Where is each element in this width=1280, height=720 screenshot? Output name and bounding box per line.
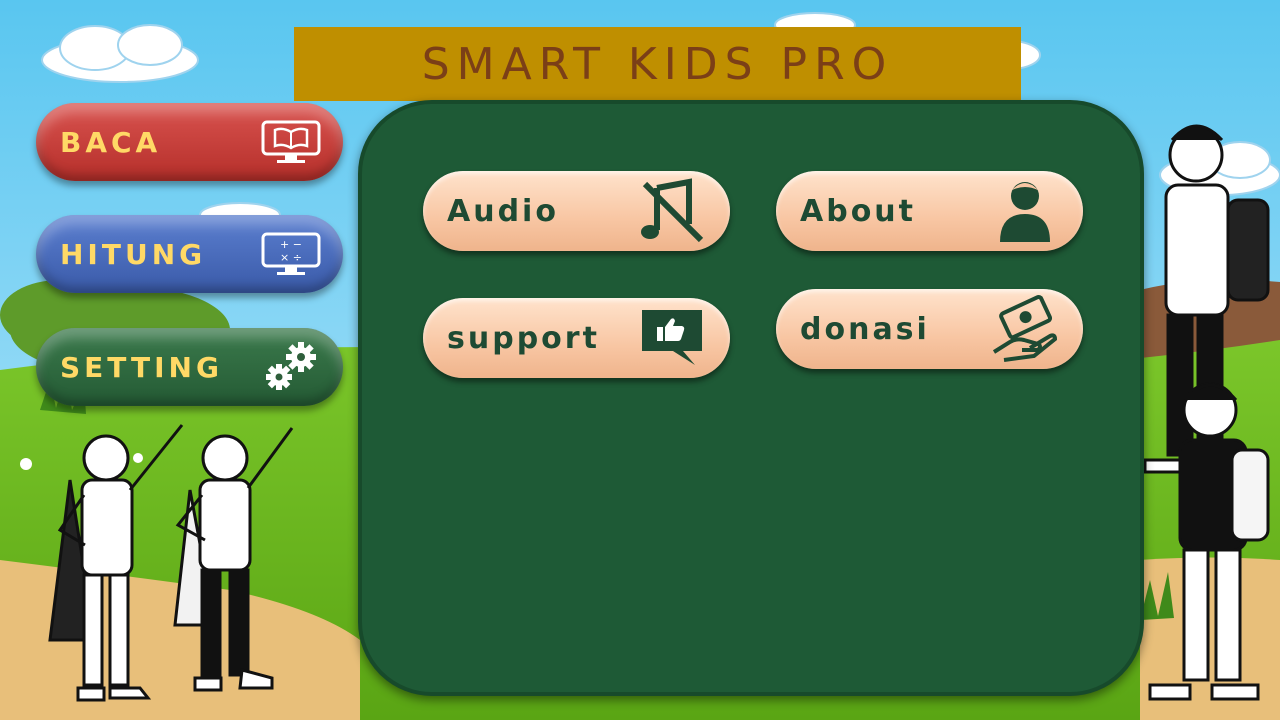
svg-text:× ÷: × ÷ — [280, 251, 302, 264]
music-off-icon — [636, 176, 708, 246]
nav-setting-button[interactable]: SETTING — [36, 328, 343, 406]
about-button[interactable]: About — [776, 171, 1083, 251]
audio-button[interactable]: Audio — [423, 171, 730, 251]
money-hand-icon — [989, 294, 1061, 364]
nav-hitung-label: HITUNG — [60, 237, 207, 271]
calculator-monitor-icon: + − × ÷ — [259, 230, 323, 278]
nav-hitung-button[interactable]: HITUNG + − × ÷ — [36, 215, 343, 293]
thumbs-up-chat-icon — [636, 303, 708, 373]
app-title: SMART KIDS PRO — [421, 38, 894, 90]
svg-text:+ −: + − — [280, 238, 302, 251]
nav-baca-label: BACA — [60, 125, 162, 159]
support-button[interactable]: support — [423, 298, 730, 378]
donasi-label: donasi — [800, 311, 930, 347]
nav-setting-label: SETTING — [60, 350, 223, 384]
app-title-bar: SMART KIDS PRO — [294, 27, 1021, 101]
audio-label: Audio — [447, 193, 559, 229]
nav-baca-button[interactable]: BACA — [36, 103, 343, 181]
gears-icon — [259, 342, 323, 391]
about-label: About — [800, 193, 917, 229]
book-monitor-icon — [259, 118, 323, 166]
support-label: support — [447, 320, 600, 356]
person-icon — [989, 176, 1061, 246]
donasi-button[interactable]: donasi — [776, 289, 1083, 369]
